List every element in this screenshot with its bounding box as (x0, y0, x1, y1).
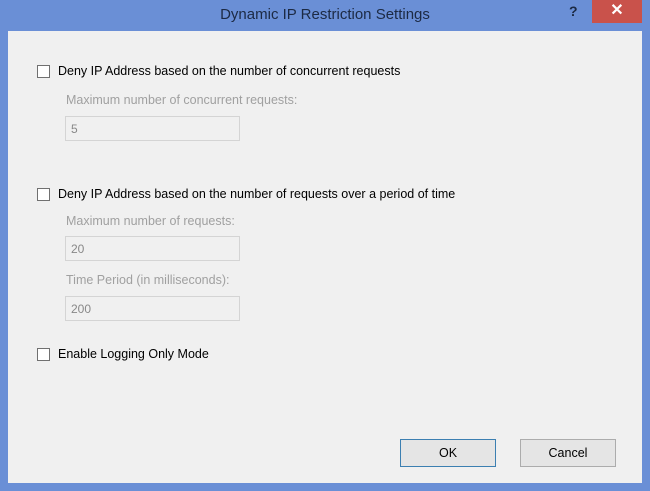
time-period-label: Time Period (in milliseconds): (66, 273, 230, 287)
ok-button[interactable]: OK (400, 439, 496, 467)
deny-rate-label[interactable]: Deny IP Address based on the number of r… (58, 187, 455, 201)
close-button[interactable]: ✕ (592, 0, 642, 23)
dialog-body: Deny IP Address based on the number of c… (8, 31, 642, 483)
max-concurrent-label: Maximum number of concurrent requests: (66, 93, 298, 107)
time-period-input[interactable]: 200 (65, 296, 240, 321)
max-concurrent-input[interactable]: 5 (65, 116, 240, 141)
logging-only-label[interactable]: Enable Logging Only Mode (58, 347, 209, 361)
deny-concurrent-label[interactable]: Deny IP Address based on the number of c… (58, 64, 400, 78)
help-button[interactable]: ? (569, 3, 578, 19)
max-requests-input[interactable]: 20 (65, 236, 240, 261)
max-requests-label: Maximum number of requests: (66, 214, 235, 228)
deny-rate-checkbox[interactable] (37, 188, 50, 201)
deny-concurrent-checkbox[interactable] (37, 65, 50, 78)
logging-only-checkbox[interactable] (37, 348, 50, 361)
cancel-button[interactable]: Cancel (520, 439, 616, 467)
dialog-title: Dynamic IP Restriction Settings (220, 6, 430, 23)
